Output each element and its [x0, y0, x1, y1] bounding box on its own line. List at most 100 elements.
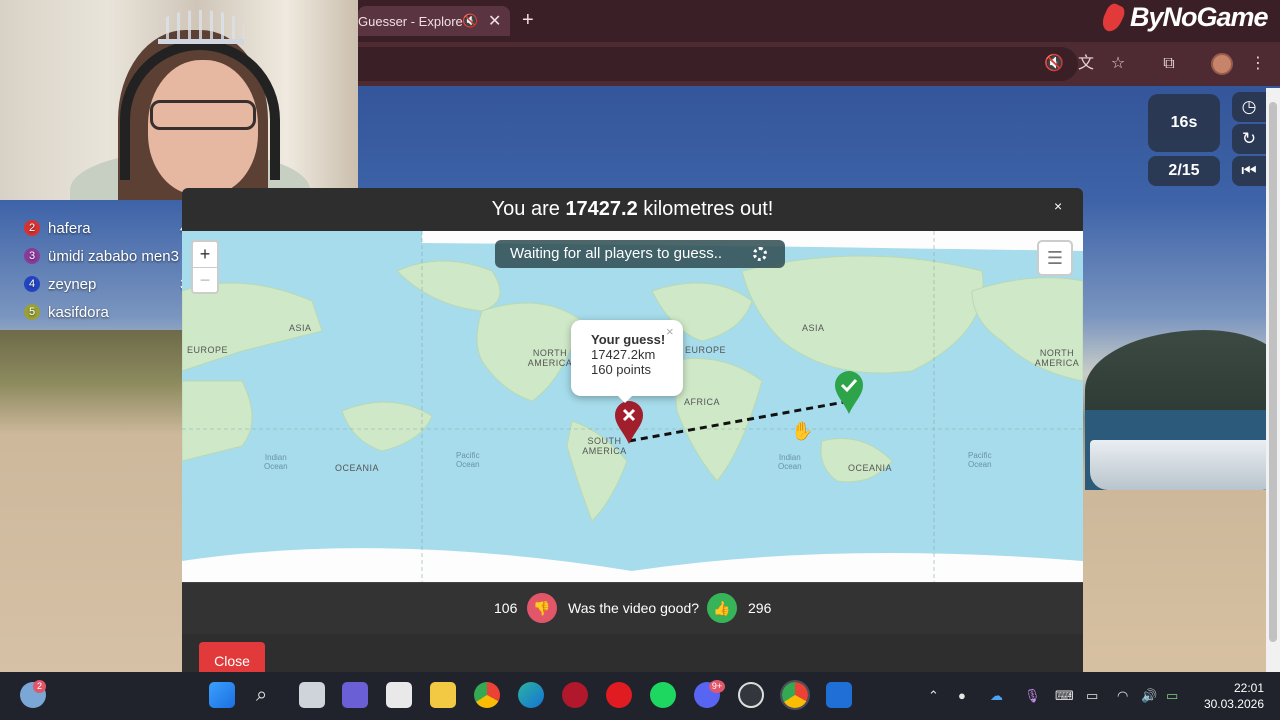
popup-points: 160 points — [591, 362, 651, 377]
obs-icon[interactable] — [738, 682, 764, 708]
display-icon[interactable]: ▭ — [1086, 688, 1098, 704]
rewind-icon[interactable]: ⏮ — [1232, 156, 1266, 186]
opera-icon[interactable] — [606, 682, 632, 708]
webcam-overlay — [0, 0, 358, 200]
volume-icon[interactable]: 🔊 — [1141, 688, 1157, 704]
map-label-north-america-right: NORTH AMERICA — [1034, 348, 1080, 368]
chrome-icon[interactable] — [474, 682, 500, 708]
result-prefix: You are — [491, 198, 566, 220]
scrollbar-thumb[interactable] — [1269, 102, 1277, 642]
round-timer: 16s — [1148, 94, 1220, 152]
clock-time: 22:01 — [1233, 681, 1264, 695]
player-rank: 4 — [24, 276, 40, 292]
waiting-text: Waiting for all players to guess.. — [510, 245, 723, 262]
browser-menu-icon[interactable]: ⋮ — [1247, 53, 1269, 75]
spotify-icon[interactable] — [650, 682, 676, 708]
map-label-europe: EUROPE — [685, 345, 727, 355]
tray-overflow-icon[interactable]: ⌃ — [928, 688, 939, 704]
zoom-in-button[interactable]: + — [193, 242, 217, 267]
map-label-oceania-left: OCEANIA — [335, 463, 380, 473]
clock-date: 30.03.2026 — [1203, 697, 1264, 711]
background-beach-left — [0, 330, 185, 680]
translate-icon[interactable]: 文 — [1075, 53, 1097, 75]
ocean-label-pacific-right: Pacific Ocean — [968, 451, 992, 469]
ocean-label-indian-left: Indian Ocean — [264, 453, 288, 471]
player-row: 2 hafera 4 — [10, 214, 190, 242]
teams-icon[interactable] — [342, 682, 368, 708]
bynogame-logo: ByNoGame — [1130, 2, 1269, 32]
app-icon[interactable] — [826, 682, 852, 708]
upvote-count: 296 — [748, 600, 772, 616]
mute-icon[interactable]: 🔇 — [462, 13, 478, 29]
restart-icon[interactable]: ↻ — [1232, 124, 1266, 154]
edge-icon[interactable] — [518, 682, 544, 708]
vote-bar: 106 👎 Was the video good? 👍 296 — [182, 582, 1083, 634]
thumbs-down-icon[interactable]: 👎 — [527, 593, 557, 623]
browser-tab[interactable]: Guesser - Explore 🔇 ✕ — [358, 6, 510, 36]
result-heading: You are 17427.2 kilometres out! — [182, 188, 1083, 231]
search-icon[interactable]: ⌕ — [256, 684, 267, 707]
player-row: 4 zeynep 3 — [10, 270, 190, 298]
player-leaderboard: 2 hafera 4 3 ümidi zababo men3 4 zeynep … — [10, 214, 190, 326]
loading-spinner-icon — [753, 247, 767, 261]
player-name: ümidi zababo men3 — [48, 247, 179, 265]
system-clock[interactable]: 22:01 30.03.2026 — [1198, 680, 1264, 712]
player-name: kasifdora — [48, 303, 109, 321]
discord-badge: 9+ — [709, 680, 725, 693]
round-counter: 2/15 — [1148, 156, 1220, 186]
extensions-icon[interactable]: ⧉ — [1158, 53, 1180, 75]
map-label-asia: ASIA — [802, 323, 825, 333]
file-explorer-icon[interactable] — [430, 682, 456, 708]
zoom-out-button[interactable]: − — [193, 267, 217, 292]
vote-question: Was the video good? — [568, 600, 700, 616]
tab-close-icon[interactable]: ✕ — [488, 11, 501, 31]
guess-popup: Your guess! 17427.2km 160 points × — [571, 320, 683, 403]
wifi-icon[interactable]: ◠ — [1117, 688, 1128, 704]
map-label-asia-left: ASIA — [289, 323, 312, 333]
zoom-control: + − — [191, 240, 219, 294]
downvote-count: 106 — [494, 600, 518, 616]
address-bar[interactable] — [358, 47, 1078, 81]
map-label-africa: AFRICA — [684, 397, 721, 407]
security-icon[interactable]: ● — [958, 688, 966, 703]
result-suffix: kilometres out! — [637, 198, 774, 220]
player-rank: 2 — [24, 220, 40, 236]
player-rank: 5 — [24, 304, 40, 320]
tab-title: Guesser - Explore — [358, 14, 463, 29]
store-icon[interactable] — [386, 682, 412, 708]
result-distance: 17427.2 — [565, 198, 638, 220]
keyboard-icon[interactable]: ⌨ — [1055, 688, 1074, 704]
result-map[interactable]: EUROPE ASIA OCEANIA NORTH AMERICA SOUTH … — [182, 231, 1083, 582]
bookmark-star-icon[interactable]: ☆ — [1107, 53, 1129, 75]
webcam-headset — [120, 40, 280, 180]
hand-cursor-icon: ✋ — [791, 421, 814, 441]
waiting-banner: Waiting for all players to guess.. — [495, 240, 785, 268]
layers-icon[interactable]: ☰ — [1037, 240, 1073, 276]
modal-close-icon[interactable]: × — [1054, 198, 1062, 214]
microphone-icon[interactable]: 🎙 — [1024, 688, 1041, 704]
clock-icon[interactable]: ◷ — [1232, 92, 1266, 122]
task-view-icon[interactable] — [299, 682, 325, 708]
popup-close-icon[interactable]: × — [666, 324, 674, 339]
battery-icon[interactable]: ▭ — [1166, 688, 1178, 704]
thumbs-up-icon[interactable]: 👍 — [707, 593, 737, 623]
new-tab-button[interactable]: + — [522, 9, 534, 32]
player-rank: 3 — [24, 248, 40, 264]
result-modal: You are 17427.2 kilometres out! × EUROPE… — [182, 188, 1083, 678]
map-label-oceania: OCEANIA — [848, 463, 893, 473]
answer-marker-icon[interactable] — [833, 369, 865, 415]
onedrive-icon[interactable]: ☁ — [990, 688, 1003, 704]
profile-avatar[interactable] — [1211, 53, 1233, 75]
start-icon[interactable] — [209, 682, 235, 708]
ocean-label-pacific-left: Pacific Ocean — [456, 451, 480, 469]
player-row: 3 ümidi zababo men3 — [10, 242, 190, 270]
popup-distance: 17427.2km — [591, 347, 656, 362]
video-player-icon[interactable] — [562, 682, 588, 708]
background-boat — [1090, 440, 1280, 490]
weather-badge: 2 — [33, 680, 46, 693]
chrome-active-icon[interactable] — [780, 680, 810, 710]
webcam-tiara — [158, 10, 244, 44]
player-name: hafera — [48, 219, 91, 237]
site-muted-icon[interactable]: 🔇 — [1043, 53, 1065, 75]
ocean-label-indian-right: Indian Ocean — [778, 453, 802, 471]
